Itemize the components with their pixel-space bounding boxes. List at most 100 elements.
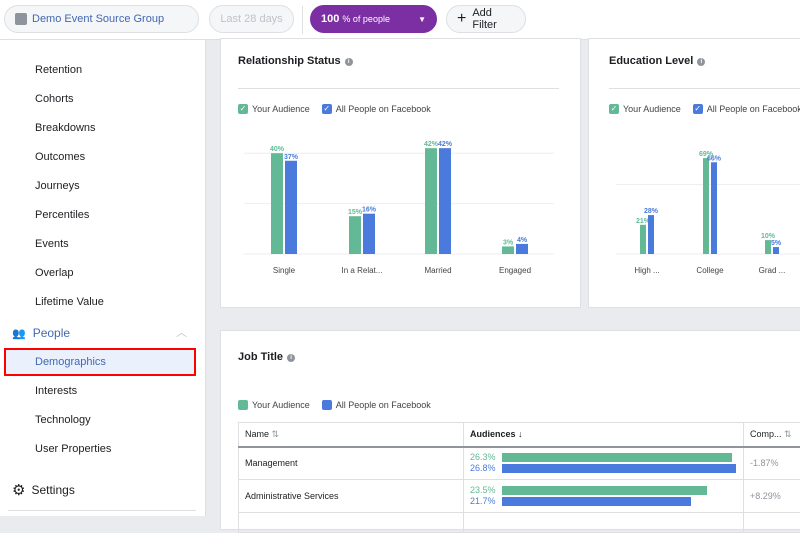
relationship-status-chart: 40%37%Single15%16%In a Relat...42%42%Mar… — [221, 39, 582, 309]
people-suffix: % of people — [342, 14, 390, 24]
legend-all-people: All People on Facebook — [336, 400, 431, 410]
audience-bars: 23.5%21.7% — [464, 480, 744, 513]
sidebar-item-outcomes[interactable]: Outcomes — [35, 151, 85, 163]
sidebar-section-people[interactable]: 👥People — [12, 326, 70, 340]
bar-your-audience — [271, 153, 283, 254]
sidebar: Retention Cohorts Breakdowns Outcomes Journe… — [0, 40, 206, 516]
sort-icon[interactable]: ⇅ — [272, 429, 280, 439]
legend-swatch-your-audience[interactable] — [238, 400, 248, 410]
top-bar: Demo Event Source Group Last 28 days 100… — [0, 0, 800, 40]
bar-your-audience — [349, 216, 361, 254]
category-label: Grad ... — [759, 266, 786, 275]
yours-value: 26.3% — [470, 452, 502, 463]
people-percent-dropdown[interactable]: 100 % of people ▼ — [310, 5, 437, 33]
settings-label: Settings — [31, 483, 74, 497]
data-label: 16% — [362, 207, 377, 214]
plus-icon: + — [457, 10, 466, 28]
sidebar-item-settings[interactable]: ⚙ Settings — [12, 481, 75, 499]
bar-all — [502, 464, 736, 473]
bar-all-people — [773, 247, 779, 254]
source-group-selector[interactable]: Demo Event Source Group — [4, 5, 199, 33]
bar-yours — [502, 453, 732, 462]
sidebar-item-lifetime-value[interactable]: Lifetime Value — [35, 296, 104, 308]
all-value: 21.7% — [470, 496, 502, 507]
data-label: 4% — [517, 237, 528, 244]
info-icon[interactable]: i — [287, 354, 295, 362]
category-label: Married — [424, 266, 451, 275]
add-filter-button[interactable]: + Add Filter — [446, 5, 526, 33]
data-label: 15% — [348, 209, 363, 216]
column-header-audiences[interactable]: Audiences ↓ — [464, 423, 744, 447]
bar-all-people — [363, 214, 375, 254]
sidebar-item-retention[interactable]: Retention — [35, 64, 82, 76]
job-title-card: Job Title i Your Audience All People on F… — [220, 330, 800, 530]
sidebar-item-overlap[interactable]: Overlap — [35, 267, 74, 279]
education-level-card: Education Leveli ✓Your Audience ✓All Peo… — [588, 38, 800, 308]
people-label: People — [33, 326, 70, 340]
category-label: College — [696, 266, 724, 275]
bar-all-people — [711, 162, 717, 254]
column-header-name[interactable]: Name ⇅ — [239, 423, 464, 447]
data-label: 66% — [707, 155, 722, 162]
bar-all-people — [285, 161, 297, 254]
sort-icon[interactable]: ⇅ — [784, 429, 792, 439]
card-title: Job Title — [238, 351, 283, 363]
sidebar-item-cohorts[interactable]: Cohorts — [35, 93, 74, 105]
bar-yours — [502, 486, 707, 495]
comparison-value: +8.29% — [744, 480, 800, 513]
category-label: Single — [273, 266, 296, 275]
yours-value: 23.5% — [470, 485, 502, 496]
data-label: 3% — [503, 239, 514, 246]
category-label: In a Relat... — [342, 266, 383, 275]
legend-swatch-all-people[interactable] — [322, 400, 332, 410]
gear-icon: ⚙ — [12, 481, 25, 499]
sidebar-item-percentiles[interactable]: Percentiles — [35, 209, 89, 221]
data-label: 42% — [438, 141, 453, 148]
sidebar-item-technology[interactable]: Technology — [35, 414, 91, 426]
education-level-chart: 21%28%High ...69%66%College10%5%Grad ... — [589, 39, 800, 309]
sidebar-item-breakdowns[interactable]: Breakdowns — [35, 122, 96, 134]
table-row[interactable]: Administrative Services23.5%21.7%+8.29% — [239, 480, 800, 513]
sidebar-item-events[interactable]: Events — [35, 238, 69, 250]
bar-your-audience — [703, 158, 709, 254]
comparison-value: -1.87% — [744, 447, 800, 480]
column-header-comp[interactable]: Comp... ⇅ — [744, 423, 800, 447]
bar-your-audience — [425, 148, 437, 254]
category-label: High ... — [634, 266, 659, 275]
sort-down-icon[interactable]: ↓ — [518, 429, 523, 439]
sidebar-item-demographics[interactable]: Demographics — [4, 348, 196, 376]
divider — [8, 510, 196, 511]
audience-bars: 26.3%26.8% — [464, 447, 744, 480]
people-value: 100 — [321, 13, 339, 25]
demographics-label: Demographics — [35, 356, 106, 368]
data-label: 10% — [761, 233, 776, 240]
sidebar-item-journeys[interactable]: Journeys — [35, 180, 80, 192]
bar-your-audience — [640, 225, 646, 254]
category-label: Engaged — [499, 266, 531, 275]
data-label: 37% — [284, 154, 299, 161]
sidebar-item-user-properties[interactable]: User Properties — [35, 443, 111, 455]
data-label: 28% — [644, 208, 659, 215]
job-name: Management — [239, 447, 464, 480]
date-range-button[interactable]: Last 28 days — [209, 5, 294, 33]
bar-all-people — [439, 148, 451, 254]
data-label: 5% — [771, 240, 782, 247]
caret-down-icon: ▼ — [418, 15, 426, 24]
bar-all-people — [516, 244, 528, 254]
bar-all — [502, 497, 691, 506]
bar-all-people — [648, 215, 654, 254]
table-row[interactable]: Management26.3%26.8%-1.87% — [239, 447, 800, 480]
all-value: 26.8% — [470, 463, 502, 474]
source-group-label: Demo Event Source Group — [32, 13, 164, 25]
legend-your-audience: Your Audience — [252, 400, 310, 410]
chevron-up-icon[interactable]: ︿ — [176, 324, 187, 340]
relationship-status-card: Relationship Statusi ✓Your Audience ✓All… — [220, 38, 581, 308]
job-title-table: Name ⇅Audiences ↓Comp... ⇅Management26.3… — [238, 422, 800, 533]
source-group-icon — [15, 13, 27, 25]
data-label: 40% — [270, 146, 285, 153]
divider — [302, 6, 303, 34]
bar-your-audience — [502, 246, 514, 254]
job-name: Administrative Services — [239, 480, 464, 513]
sidebar-item-interests[interactable]: Interests — [35, 385, 77, 397]
add-filter-label: Add Filter — [472, 7, 515, 31]
